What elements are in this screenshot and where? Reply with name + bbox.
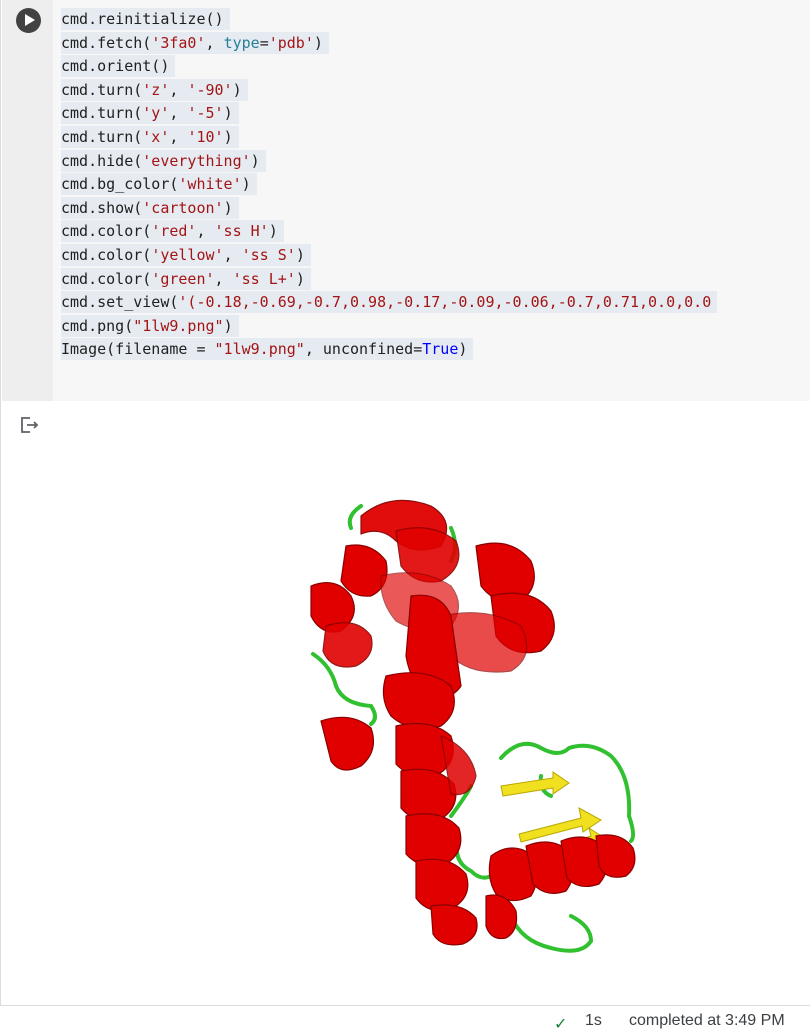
- code-token: ,: [169, 104, 188, 123]
- code-token: ,: [169, 80, 188, 99]
- code-token: cmd.png(: [61, 316, 134, 335]
- code-token: ): [223, 316, 233, 335]
- code-token: ): [250, 151, 260, 170]
- code-line: Image(filename = "1lw9.png", unconfined=…: [61, 338, 474, 361]
- cell-gutter: [2, 0, 53, 401]
- code-line: cmd.turn('x', '10'): [61, 126, 239, 148]
- code-token: '-90': [187, 80, 233, 99]
- code-token: cmd.color(: [61, 222, 152, 241]
- code-token: ): [223, 128, 233, 146]
- code-line: cmd.show('cartoon'): [61, 196, 239, 219]
- completion-time: completed at 3:49 PM: [629, 1012, 785, 1029]
- code-token: ): [223, 198, 233, 217]
- code-token: 'ss L+': [232, 269, 296, 288]
- code-token: ): [295, 246, 305, 264]
- protein-structure-image: [310, 499, 636, 953]
- code-token: ): [458, 340, 468, 359]
- code-token: cmd.orient(): [61, 57, 170, 76]
- code-token: ,: [169, 128, 188, 146]
- code-line: cmd.color('red', 'ss H'): [61, 220, 284, 243]
- code-token: 'ss H': [214, 222, 269, 241]
- code-token: 'z': [142, 80, 170, 99]
- code-token: 'cartoon': [142, 198, 224, 217]
- code-token: cmd.set_view(: [61, 293, 179, 312]
- code-line: cmd.hide('everything'): [61, 149, 266, 172]
- code-token: cmd.turn(: [61, 104, 143, 123]
- code-token: True: [422, 340, 459, 359]
- code-line: cmd.turn('y', '-5'): [61, 102, 239, 125]
- code-token: ,: [205, 33, 224, 52]
- code-line: cmd.color('green', 'ss L+'): [61, 267, 311, 290]
- code-token: 'x': [142, 128, 170, 146]
- code-token: =: [259, 33, 269, 52]
- code-token: ): [223, 104, 233, 123]
- code-token: ): [313, 33, 323, 52]
- play-icon: [25, 14, 35, 26]
- status-bar: ✓ 1s completed at 3:49 PM: [0, 1006, 810, 1034]
- code-token: ,: [214, 269, 233, 288]
- code-token: type: [223, 33, 260, 52]
- code-token: cmd.color(: [61, 246, 152, 264]
- code-line: cmd.orient(): [61, 55, 176, 78]
- code-token: , unconfined=: [304, 340, 423, 359]
- code-token: cmd.turn(: [61, 128, 143, 146]
- code-token: '(-0.18,-0.69,-0.7,0.98,-0.17,-0.09,-0.0…: [178, 293, 712, 312]
- code-token: cmd.hide(: [61, 151, 143, 170]
- code-token: "1lw9.png": [133, 316, 224, 335]
- cell-output: [53, 402, 810, 1005]
- code-line: cmd.fetch('3fa0', type='pdb'): [61, 31, 329, 54]
- code-token: cmd.turn(: [61, 80, 143, 99]
- code-token: 'ss S': [241, 246, 296, 264]
- run-cell-button[interactable]: [16, 8, 41, 33]
- code-token: cmd.fetch(: [61, 33, 152, 52]
- code-token: '3fa0': [151, 33, 206, 52]
- code-editor[interactable]: cmd.reinitialize() cmd.fetch('3fa0', type…: [53, 0, 810, 401]
- code-token: 'yellow': [151, 246, 224, 264]
- code-token: cmd.color(: [61, 269, 152, 288]
- code-token: "1lw9.png": [214, 340, 305, 359]
- code-cell: cmd.reinitialize() cmd.fetch('3fa0', type…: [0, 0, 810, 1006]
- code-token: 'green': [151, 269, 215, 288]
- output-arrow-icon[interactable]: [20, 416, 40, 434]
- code-line: cmd.turn('z', '-90'): [61, 78, 248, 101]
- code-token: ): [241, 175, 251, 194]
- code-token: 'y': [142, 104, 170, 123]
- code-token: '-5': [187, 104, 224, 123]
- code-token: ): [295, 269, 305, 288]
- code-token: 'white': [178, 175, 242, 194]
- code-token: ,: [196, 222, 215, 241]
- code-line: cmd.png("1lw9.png"): [61, 314, 239, 337]
- code-token: 'pdb': [268, 33, 314, 52]
- code-token: ): [232, 80, 242, 99]
- code-token: ,: [223, 246, 242, 264]
- code-token: cmd.reinitialize(): [61, 10, 224, 28]
- code-token: ): [268, 222, 278, 241]
- checkmark-icon: ✓: [554, 1016, 568, 1033]
- code-line: cmd.set_view('(-0.18,-0.69,-0.7,0.98,-0.…: [61, 291, 718, 314]
- code-token: 'red': [151, 222, 197, 241]
- helix-regions: [310, 499, 636, 946]
- code-line: cmd.color('yellow', 'ss S'): [61, 244, 311, 266]
- code-token: Image(filename =: [61, 340, 215, 359]
- code-token: 'everything': [142, 151, 251, 170]
- code-token: '10': [187, 128, 224, 146]
- code-token: cmd.show(: [61, 198, 143, 217]
- code-token: cmd.bg_color(: [61, 175, 179, 194]
- code-line: cmd.reinitialize(): [61, 8, 230, 30]
- code-line: cmd.bg_color('white'): [61, 173, 257, 196]
- execution-duration: 1s: [585, 1012, 602, 1029]
